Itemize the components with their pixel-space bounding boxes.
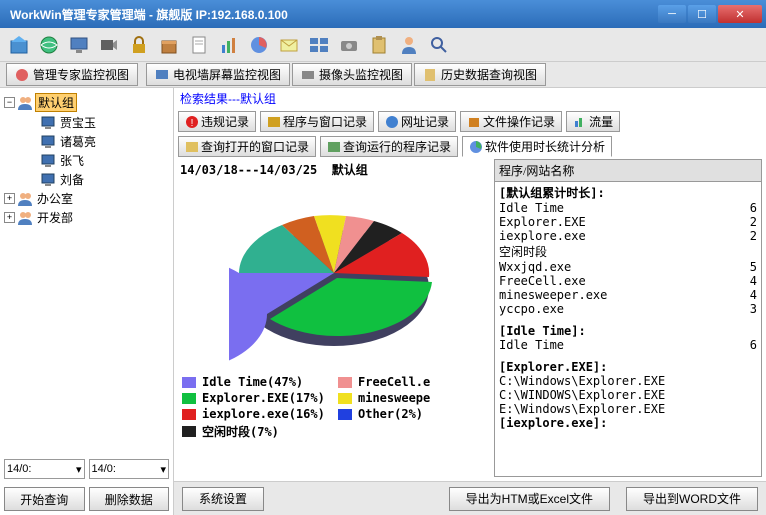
dropdown-icon: ▾	[76, 463, 82, 476]
tab-label: 历史数据查询视图	[441, 66, 537, 83]
list-item: iexplore.exe2	[499, 229, 757, 243]
ftab-file[interactable]: 文件操作记录	[460, 111, 562, 132]
tree-item[interactable]: 贾宝玉	[58, 114, 98, 131]
tab-monitor[interactable]: 管理专家监控视图	[6, 63, 138, 86]
tree-toggle[interactable]: +	[4, 212, 15, 223]
tree-group[interactable]: 开发部	[35, 209, 75, 226]
date-to[interactable]: 14/0:▾	[89, 459, 170, 479]
tab-history[interactable]: 历史数据查询视图	[414, 63, 546, 86]
export-excel-button[interactable]: 导出为HTM或Excel文件	[449, 487, 610, 511]
tool-box-icon[interactable]	[156, 32, 182, 58]
list-section-header: [iexplore.exe]:	[499, 416, 757, 430]
ftab-violation[interactable]: !违规记录	[178, 111, 256, 132]
tree-root[interactable]: 默认组	[35, 93, 77, 112]
list-section-header: [Idle Time]:	[499, 324, 757, 338]
ftab-windows[interactable]: 查询打开的窗口记录	[178, 136, 316, 157]
dropdown-icon: ▾	[160, 463, 166, 476]
titlebar[interactable]: WorkWin管理专家管理端 - 旗舰版 IP:192.168.0.100 ─ …	[0, 0, 766, 28]
tree-group[interactable]: 办公室	[35, 190, 75, 207]
main-toolbar	[0, 28, 766, 62]
tool-screens-icon[interactable]	[306, 32, 332, 58]
list-item: Explorer.EXE2	[499, 215, 757, 229]
tab-label: 管理专家监控视图	[33, 66, 129, 83]
bottom-bar: 系统设置 导出为HTM或Excel文件 导出到WORD文件	[174, 481, 766, 515]
list-item: Idle Time6	[499, 338, 757, 352]
tool-home-icon[interactable]	[6, 32, 32, 58]
search-result: 检索结果---默认组	[174, 88, 766, 109]
tab-camera[interactable]: 摄像头监控视图	[292, 63, 412, 86]
export-word-button[interactable]: 导出到WORD文件	[626, 487, 758, 511]
list-item: E:\Windows\Explorer.EXE	[499, 402, 757, 416]
close-button[interactable]: ✕	[718, 5, 762, 23]
tool-cam-icon[interactable]	[336, 32, 362, 58]
settings-button[interactable]: 系统设置	[182, 487, 264, 511]
list-item: yccpo.exe3	[499, 302, 757, 316]
list-header: 程序/网站名称	[495, 160, 761, 182]
ftab-running[interactable]: 查询运行的程序记录	[320, 136, 458, 157]
tree-view[interactable]: − 默认组 贾宝玉 诸葛亮 张飞 刘备 + 办公室 + 开发部	[0, 88, 173, 455]
tool-mail-icon[interactable]	[276, 32, 302, 58]
list-item: C:\Windows\Explorer.EXE	[499, 374, 757, 388]
svg-text:!: !	[191, 118, 194, 129]
window-title: WorkWin管理专家管理端 - 旗舰版 IP:192.168.0.100	[4, 6, 288, 23]
tree-item[interactable]: 刘备	[58, 171, 86, 188]
tool-monitor-icon[interactable]	[66, 32, 92, 58]
tree-toggle[interactable]: +	[4, 193, 15, 204]
list-item: FreeCell.exe4	[499, 274, 757, 288]
content-area: 检索结果---默认组 !违规记录 程序与窗口记录 网址记录 文件操作记录 流量 …	[174, 88, 766, 515]
tool-globe-icon[interactable]	[36, 32, 62, 58]
chart-date: 14/03/18---14/03/25	[180, 163, 317, 177]
tool-user-icon[interactable]	[396, 32, 422, 58]
tool-doc-icon[interactable]	[186, 32, 212, 58]
list-section-header: [Explorer.EXE]:	[499, 360, 757, 374]
legend: Idle Time(47%) FreeCell.e Explorer.EXE(1…	[174, 371, 494, 444]
ftab-usage[interactable]: 软件使用时长统计分析	[462, 136, 612, 157]
list-group-header: [默认组累计时长]:	[499, 184, 757, 201]
tree-toggle[interactable]: −	[4, 97, 15, 108]
tree-item[interactable]: 张飞	[58, 152, 86, 169]
tool-lock-icon[interactable]	[126, 32, 152, 58]
tab-tvwall[interactable]: 电视墙屏幕监控视图	[146, 63, 290, 86]
view-tabs: 管理专家监控视图 电视墙屏幕监控视图 摄像头监控视图 历史数据查询视图	[0, 62, 766, 88]
tool-chart2-icon[interactable]	[246, 32, 272, 58]
chart-group: 默认组	[332, 163, 368, 177]
maximize-button[interactable]: ☐	[688, 5, 716, 23]
tree-item[interactable]: 诸葛亮	[58, 133, 98, 150]
date-from[interactable]: 14/0:▾	[4, 459, 85, 479]
minimize-button[interactable]: ─	[658, 5, 686, 23]
list-item: Wxxjqd.exe5	[499, 260, 757, 274]
tab-label: 摄像头监控视图	[319, 66, 403, 83]
list-item: C:\WINDOWS\Explorer.EXE	[499, 388, 757, 402]
program-list[interactable]: 程序/网站名称 [默认组累计时长]: Idle Time6 Explorer.E…	[494, 159, 762, 477]
sidebar: − 默认组 贾宝玉 诸葛亮 张飞 刘备 + 办公室 + 开发部 14/0:▾ 14/0…	[0, 88, 174, 515]
ftab-url[interactable]: 网址记录	[378, 111, 456, 132]
list-item: minesweeper.exe4	[499, 288, 757, 302]
tool-video-icon[interactable]	[96, 32, 122, 58]
delete-button[interactable]: 删除数据	[89, 487, 170, 511]
tool-clipboard-icon[interactable]	[366, 32, 392, 58]
ftab-program[interactable]: 程序与窗口记录	[260, 111, 374, 132]
pie-chart	[229, 188, 439, 363]
list-item: 空闲时段	[499, 243, 757, 260]
tool-search-icon[interactable]	[426, 32, 452, 58]
list-item: Idle Time6	[499, 201, 757, 215]
tab-label: 电视墙屏幕监控视图	[173, 66, 281, 83]
query-button[interactable]: 开始查询	[4, 487, 85, 511]
tool-chart-icon[interactable]	[216, 32, 242, 58]
ftab-traffic[interactable]: 流量	[566, 111, 620, 132]
